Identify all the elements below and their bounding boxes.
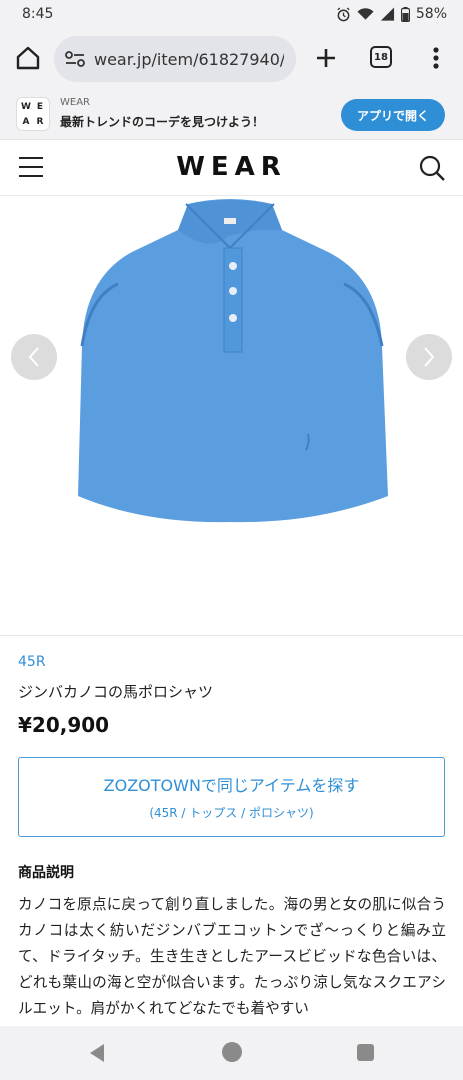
carousel-prev-button[interactable]	[11, 334, 57, 380]
browser-toolbar: wear.jp/item/61827940/ 18	[0, 28, 463, 90]
status-bar: 8:45 58%	[0, 0, 463, 28]
app-install-banner: W E A R WEAR 最新トレンドのコーデを見つけよう！ アプリで開く	[0, 90, 463, 140]
battery-percent: 58%	[415, 6, 447, 22]
chevron-right-icon	[424, 347, 435, 367]
description-heading: 商品説明	[18, 865, 74, 881]
product-name: ジンバカノコの馬ポロシャツ	[18, 683, 214, 701]
product-price: ¥20,900	[18, 713, 110, 737]
tab-switcher-button[interactable]: 18	[370, 46, 392, 68]
battery-icon	[400, 6, 410, 22]
wifi-icon	[357, 8, 374, 20]
system-nav-bar	[0, 1026, 463, 1080]
alarm-icon	[337, 6, 350, 21]
zozotown-search-button[interactable]: ZOZOTOWNで同じアイテムを探す (45R / トップス / ポロシャツ)	[18, 757, 445, 837]
banner-app-name: WEAR	[60, 97, 90, 108]
description-body: カノコを原点に戻って創り直しました。海の男と女の肌に似合うカノコは太く紡いだジン…	[18, 896, 446, 1017]
more-menu-icon[interactable]	[426, 44, 446, 72]
site-header: WEAR	[0, 140, 463, 196]
chevron-left-icon	[28, 347, 39, 367]
url-text[interactable]: wear.jp/item/61827940/	[94, 50, 284, 69]
zozotown-button-sublabel: (45R / トップス / ポロシャツ)	[149, 806, 314, 820]
recent-apps-icon[interactable]	[357, 1044, 374, 1061]
home-button-icon[interactable]	[222, 1042, 242, 1062]
app-logo: W E A R	[16, 97, 50, 131]
new-tab-icon[interactable]	[312, 44, 340, 72]
open-in-app-button[interactable]: アプリで開く	[341, 99, 445, 131]
home-icon[interactable]	[14, 44, 42, 72]
address-bar[interactable]: wear.jp/item/61827940/	[54, 36, 296, 82]
zozotown-button-label: ZOZOTOWNで同じアイテムを探す	[103, 776, 360, 795]
product-image-carousel	[0, 196, 463, 636]
product-image	[78, 199, 388, 523]
tab-count: 18	[374, 51, 388, 63]
carousel-next-button[interactable]	[406, 334, 452, 380]
site-settings-icon[interactable]	[64, 50, 86, 68]
site-logo[interactable]: WEAR	[0, 152, 463, 182]
status-time: 8:45	[22, 6, 54, 22]
signal-icon	[380, 7, 394, 21]
status-icons: 58%	[336, 6, 447, 22]
brand-link[interactable]: 45R	[18, 654, 46, 670]
search-icon[interactable]	[418, 154, 446, 182]
back-icon[interactable]	[88, 1043, 106, 1063]
banner-tagline: 最新トレンドのコーデを見つけよう！	[60, 115, 265, 129]
